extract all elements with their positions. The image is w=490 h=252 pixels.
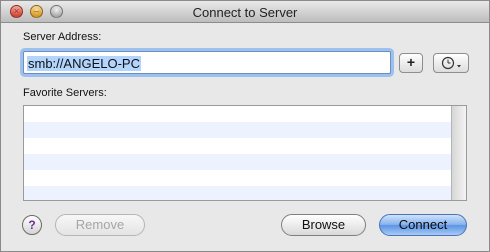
window-title: Connect to Server: [192, 5, 298, 20]
plus-icon: +: [406, 54, 416, 70]
list-item: [24, 106, 466, 122]
list-item: [24, 170, 466, 186]
recent-servers-button[interactable]: [433, 53, 469, 73]
connect-to-server-window: × – Connect to Server Server Address: sm…: [0, 0, 490, 252]
question-icon: ?: [28, 218, 36, 232]
clock-icon: [441, 56, 461, 70]
favorite-servers-list[interactable]: [23, 105, 467, 201]
add-to-favorites-button[interactable]: +: [399, 53, 423, 73]
list-scrollbar[interactable]: [451, 106, 466, 200]
list-item: [24, 138, 466, 154]
list-item: [24, 186, 466, 200]
favorite-servers-label: Favorite Servers:: [23, 87, 107, 99]
list-item: [24, 154, 466, 170]
list-item: [24, 122, 466, 138]
remove-button[interactable]: Remove: [55, 214, 145, 236]
server-address-value: smb://ANGELO-PC: [27, 56, 141, 71]
browse-button[interactable]: Browse: [281, 214, 366, 236]
server-address-input[interactable]: smb://ANGELO-PC: [23, 51, 391, 74]
server-address-label: Server Address:: [23, 31, 102, 43]
help-button[interactable]: ?: [22, 215, 42, 235]
chevron-down-icon: [457, 65, 461, 68]
title-bar: × – Connect to Server: [1, 1, 489, 23]
connect-button[interactable]: Connect: [379, 214, 467, 236]
